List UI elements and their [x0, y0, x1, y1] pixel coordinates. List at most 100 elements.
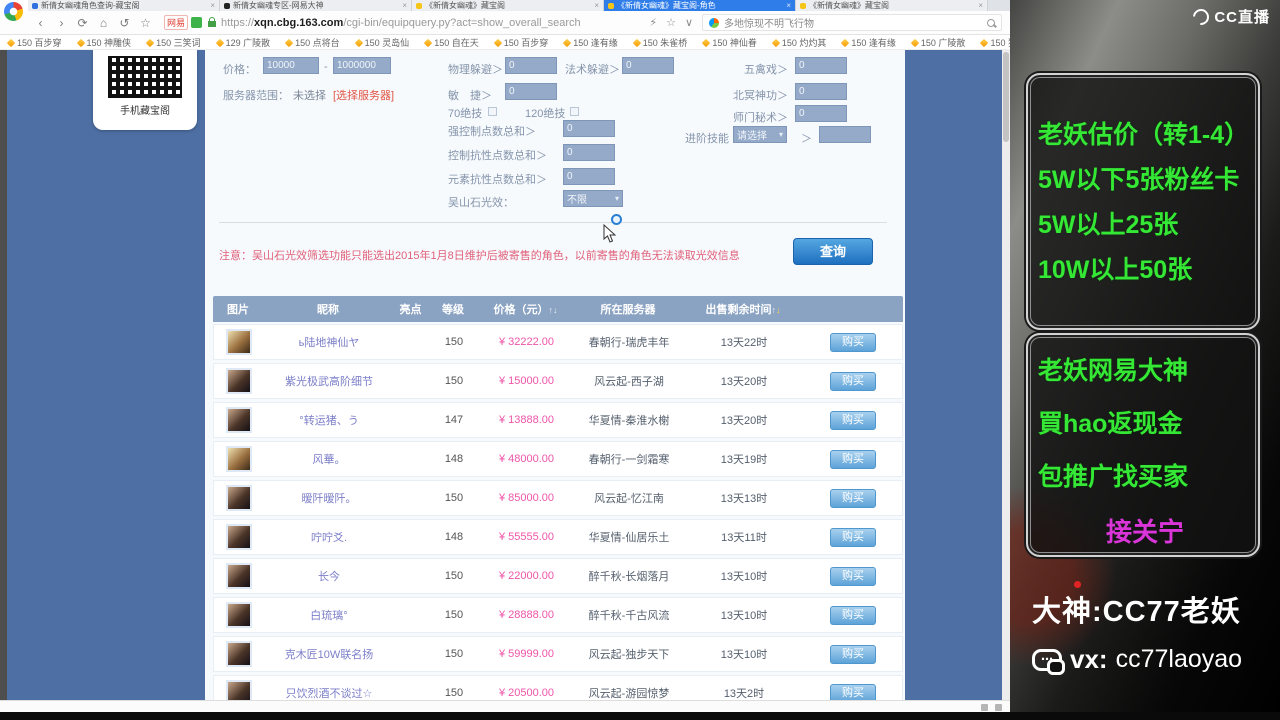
- address-bar[interactable]: https://xqn.cbg.163.com/cgi-bin/equipque…: [221, 17, 581, 29]
- buy-button[interactable]: 购买: [830, 566, 876, 586]
- bookmark-item-8[interactable]: 150 百步穿: [493, 36, 548, 49]
- bookmark-item-14[interactable]: 150 广陵散: [910, 36, 965, 49]
- back-icon[interactable]: ‹: [30, 16, 51, 30]
- netease-badge[interactable]: 网易: [164, 15, 189, 30]
- character-portrait[interactable]: [226, 563, 252, 589]
- table-row-9: 克木匠10W联名扬 150 ¥ 59999.00 风云起-独步天下 13天10时 购买: [213, 636, 903, 672]
- chevron-down-icon[interactable]: ∨: [685, 16, 693, 29]
- price-min-input[interactable]: [263, 57, 319, 74]
- character-portrait[interactable]: [226, 407, 252, 433]
- tab-close-icon[interactable]: ×: [978, 1, 983, 10]
- price-sort-arrows[interactable]: ↑↓: [549, 305, 558, 315]
- home-icon[interactable]: ⌂: [93, 16, 114, 30]
- character-name[interactable]: 风華。: [264, 451, 394, 467]
- character-name[interactable]: 暧阡暧阡。: [264, 490, 394, 506]
- phys-dodge-input[interactable]: [505, 57, 557, 74]
- favorite-star-icon[interactable]: ☆: [666, 16, 676, 29]
- browser-tab-5[interactable]: 《新倩女幽魂》藏宝阁 ×: [796, 0, 988, 11]
- wuqinxi-input[interactable]: [795, 57, 847, 74]
- tab-close-icon[interactable]: ×: [210, 1, 215, 10]
- promo-line: 包推广找买家: [1038, 463, 1189, 491]
- character-name[interactable]: ь陆地神仙ヤ: [264, 334, 394, 350]
- bookmark-item-15[interactable]: 150 独步天: [980, 36, 1010, 49]
- tab-close-icon[interactable]: ×: [786, 1, 791, 10]
- search-box[interactable]: 多地惊现不明飞行物: [702, 14, 1002, 31]
- forward-icon[interactable]: ›: [51, 16, 72, 30]
- col-price-sort[interactable]: 价格（元）↑↓: [478, 301, 573, 317]
- bookmark-item-5[interactable]: 150 点将台: [284, 36, 340, 49]
- time-sort-down[interactable]: ↓: [776, 305, 781, 315]
- magic-dodge-input[interactable]: [622, 57, 674, 74]
- character-portrait[interactable]: [226, 524, 252, 550]
- bookmark-item-12[interactable]: 150 灼灼其: [771, 36, 826, 49]
- green-extension-icon[interactable]: [191, 17, 203, 28]
- bookmark-item-13[interactable]: 150 逢有缘: [841, 36, 896, 49]
- tab-close-icon[interactable]: ×: [594, 1, 599, 10]
- star-icon[interactable]: ☆: [135, 16, 156, 30]
- character-portrait[interactable]: [226, 368, 252, 394]
- browser-logo-icon[interactable]: [4, 2, 23, 21]
- scrollbar-thumb[interactable]: [1003, 52, 1009, 142]
- bookmark-item-6[interactable]: 150 灵岛仙: [354, 36, 409, 49]
- buy-button[interactable]: 购买: [830, 371, 876, 391]
- status-tool-icon[interactable]: [981, 704, 988, 711]
- shimen-input[interactable]: [795, 105, 847, 122]
- refresh-icon[interactable]: ⟳: [72, 16, 93, 30]
- element-resist-input[interactable]: [563, 168, 615, 185]
- buy-button[interactable]: 购买: [830, 410, 876, 430]
- buy-button[interactable]: 购买: [830, 683, 876, 700]
- adv-skill-input[interactable]: [819, 126, 871, 143]
- buy-button[interactable]: 购买: [830, 449, 876, 469]
- jue120-checkbox[interactable]: [570, 107, 579, 116]
- beiming-input[interactable]: [795, 83, 847, 100]
- wushan-select[interactable]: 不限 ▾: [563, 190, 623, 207]
- bookmark-item-2[interactable]: 150 神雕侠: [76, 36, 131, 49]
- browser-tab-2[interactable]: 新倩女幽魂专区-网易大神 ×: [220, 0, 412, 11]
- character-portrait[interactable]: [226, 641, 252, 667]
- character-name[interactable]: 只饮烈酒不谈过☆: [264, 685, 394, 700]
- price-max-input[interactable]: [333, 57, 391, 74]
- agility-input[interactable]: [505, 83, 557, 100]
- character-name[interactable]: 紫光极武高阶细节: [264, 373, 394, 389]
- browser-tab-3[interactable]: 《新倩女幽魂》藏宝阁 ×: [412, 0, 604, 11]
- character-name[interactable]: 咛咛爻.: [264, 529, 394, 545]
- bookmark-item-9[interactable]: 150 逢有缘: [563, 36, 618, 49]
- character-portrait[interactable]: [226, 485, 252, 511]
- bookmark-item-7[interactable]: 150 自在天: [423, 36, 479, 49]
- character-portrait[interactable]: [226, 680, 252, 700]
- bookmark-item-11[interactable]: 150 神仙眷: [702, 36, 757, 49]
- browser-tab-1[interactable]: 新倩女幽魂角色查询-藏宝阁 ×: [28, 0, 220, 11]
- buy-button[interactable]: 购买: [830, 488, 876, 508]
- buy-button[interactable]: 购买: [830, 527, 876, 547]
- bookmark-item-4[interactable]: 129 广陵散: [215, 36, 270, 49]
- character-portrait[interactable]: [226, 446, 252, 472]
- character-name[interactable]: 克木匠10W联名扬: [264, 646, 394, 662]
- search-icon[interactable]: [987, 18, 995, 27]
- query-button[interactable]: 查询: [793, 238, 873, 265]
- buy-button[interactable]: 购买: [830, 644, 876, 664]
- character-portrait[interactable]: [226, 329, 252, 355]
- adv-skill-select[interactable]: 请选择 ▾: [733, 126, 787, 143]
- browser-tab-4[interactable]: 《新倩女幽魂》藏宝阁-角色 ×: [604, 0, 796, 11]
- strong-control-input[interactable]: [563, 120, 615, 137]
- character-name[interactable]: 长今: [264, 568, 394, 584]
- character-name[interactable]: 白琉璃°: [264, 607, 394, 623]
- choose-server-link[interactable]: [选择服务器]: [333, 87, 394, 103]
- hot-search-text[interactable]: 多地惊现不明飞行物: [724, 15, 982, 30]
- buy-button[interactable]: 购买: [830, 605, 876, 625]
- character-name[interactable]: °转运猪、う: [264, 412, 394, 428]
- col-time-sort[interactable]: 出售剩余时间↑↓: [683, 301, 803, 317]
- buy-button[interactable]: 购买: [830, 332, 876, 352]
- bookmark-item-3[interactable]: 150 三笑词: [145, 36, 201, 49]
- tab-close-icon[interactable]: ×: [402, 1, 407, 10]
- character-portrait[interactable]: [226, 602, 252, 628]
- flash-icon[interactable]: ⚡: [649, 16, 657, 29]
- undo-icon[interactable]: ↺: [114, 16, 135, 30]
- jue70-checkbox[interactable]: [488, 107, 497, 116]
- control-resist-input[interactable]: [563, 144, 615, 161]
- bookmark-item-10[interactable]: 150 朱雀桥: [632, 36, 687, 49]
- bookmark-item-1[interactable]: 150 百步穿: [6, 36, 62, 49]
- status-gear-icon[interactable]: [995, 704, 1002, 711]
- mobile-app-qr-card[interactable]: 手机藏宝阁: [93, 50, 197, 130]
- page-scrollbar[interactable]: [1002, 50, 1010, 700]
